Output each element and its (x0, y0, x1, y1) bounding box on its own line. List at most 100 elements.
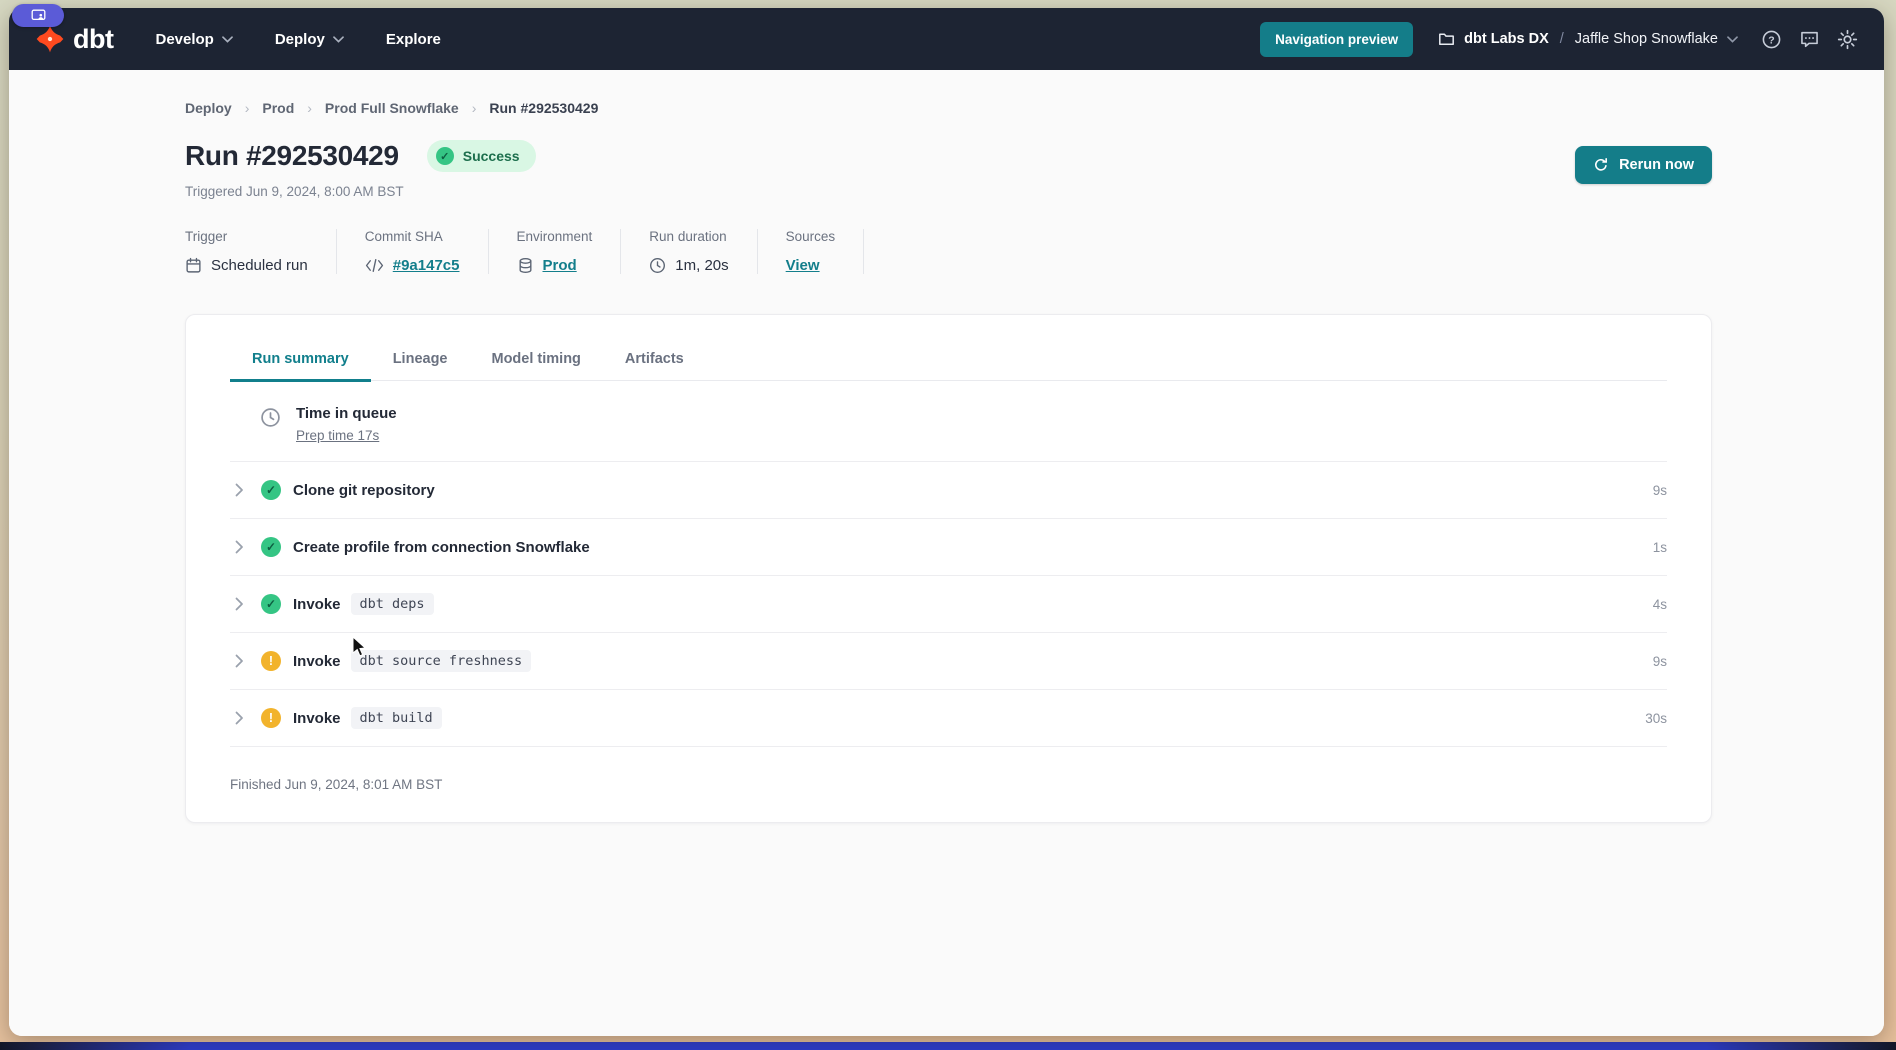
step-label: Invoke (293, 653, 341, 670)
tab-3[interactable]: Artifacts (603, 341, 706, 382)
step-command: dbt source freshness (351, 650, 532, 672)
breadcrumb: Deploy › Prod › Prod Full Snowflake › (185, 100, 1712, 116)
step-label: Invoke (293, 596, 341, 613)
step-duration: 9s (1653, 483, 1667, 498)
frame-bottom-bar (0, 1042, 1896, 1050)
prep-time-link[interactable]: Prep time 17s (296, 428, 379, 443)
meta-value[interactable]: Prod (543, 257, 577, 274)
nav-menu-1[interactable]: Deploy (275, 31, 344, 48)
queue-title: Time in queue (296, 405, 397, 422)
screen-share-icon (31, 9, 46, 22)
tab-2[interactable]: Model timing (470, 341, 603, 382)
meta-column-2: Environment Prod (489, 229, 622, 274)
code-icon (365, 258, 384, 273)
app-window: dbt Develop Deploy Explore (9, 8, 1884, 1036)
meta-value[interactable]: #9a147c5 (393, 257, 460, 274)
breadcrumb-item-2[interactable]: Prod Full Snowflake › (325, 100, 489, 116)
database-icon (517, 257, 534, 274)
help-icon[interactable]: ? (1761, 29, 1782, 50)
step-status-icon: ✓ (261, 480, 281, 500)
dbt-logo[interactable]: dbt (35, 24, 113, 55)
step-duration: 4s (1653, 597, 1667, 612)
status-badge-label: Success (463, 148, 520, 164)
tab-0[interactable]: Run summary (230, 341, 371, 382)
navigation-preview-button[interactable]: Navigation preview (1260, 22, 1413, 57)
meta-column-0: Trigger Scheduled run (185, 229, 337, 274)
step-command: dbt build (351, 707, 442, 729)
chevron-down-icon (333, 36, 344, 43)
tab-bar: Run summary Lineage Model timing Artifac… (230, 341, 1667, 381)
account-project-switcher[interactable]: dbt Labs DX / Jaffle Shop Snowflake (1438, 31, 1738, 47)
breadcrumb-item-0[interactable]: Deploy › (185, 100, 262, 116)
navbar-icon-group: ? (1761, 29, 1858, 50)
step-label: Invoke (293, 710, 341, 727)
meta-label: Run duration (649, 229, 728, 244)
step-command: dbt deps (351, 593, 434, 615)
run-metadata: Trigger Scheduled run Commit SHA #9a14 (185, 229, 1712, 274)
meta-label: Trigger (185, 229, 308, 244)
main-menu: Develop Deploy Explore (155, 31, 440, 48)
dbt-logo-icon (35, 24, 65, 54)
page-body: Deploy › Prod › Prod Full Snowflake › (9, 70, 1884, 1036)
step-list: ✓ Clone git repository 9s ✓ (230, 462, 1667, 747)
meta-column-1: Commit SHA #9a147c5 (337, 229, 489, 274)
run-step-row-2[interactable]: ✓ Invoke dbt deps 4s (230, 576, 1667, 633)
navbar-right: Navigation preview dbt Labs DX / Jaffle … (1260, 22, 1858, 57)
chevron-right-icon[interactable] (235, 711, 244, 725)
chevron-right-icon[interactable] (235, 597, 244, 611)
chevron-right-icon[interactable] (235, 654, 244, 668)
folder-icon (1438, 31, 1455, 47)
clock-icon (260, 407, 281, 428)
success-check-icon: ✓ (436, 147, 454, 165)
page-title: Run #292530429 (185, 140, 399, 172)
step-status-icon: ✓ (261, 594, 281, 614)
desktop-background: dbt Develop Deploy Explore (0, 0, 1896, 1050)
meta-value[interactable]: 1m, 20s (675, 257, 728, 274)
step-duration: 1s (1653, 540, 1667, 555)
breadcrumb-separator: › (294, 100, 325, 116)
account-name: dbt Labs DX (1464, 31, 1549, 47)
refresh-icon (1593, 157, 1609, 173)
step-status-icon: ✓ (261, 537, 281, 557)
meta-value[interactable]: View (786, 257, 820, 274)
screen-share-badge[interactable] (12, 4, 64, 27)
step-duration: 30s (1645, 711, 1667, 726)
meta-value[interactable]: Scheduled run (211, 257, 308, 274)
rerun-now-button[interactable]: Rerun now (1575, 146, 1712, 184)
run-header: Run #292530429 ✓ Success Triggered Jun 9… (185, 140, 1712, 199)
nav-menu-label: Deploy (275, 31, 325, 48)
tab-1[interactable]: Lineage (371, 341, 470, 382)
breadcrumb-separator: › (232, 100, 263, 116)
meta-label: Sources (786, 229, 836, 244)
run-step-row-1[interactable]: ✓ Create profile from connection Snowfla… (230, 519, 1667, 576)
triggered-timestamp: Triggered Jun 9, 2024, 8:00 AM BST (185, 184, 536, 199)
svg-text:?: ? (1768, 34, 1774, 46)
chevron-down-icon (222, 36, 233, 43)
meta-column-3: Run duration 1m, 20s (621, 229, 757, 274)
run-step-row-0[interactable]: ✓ Clone git repository 9s (230, 462, 1667, 519)
breadcrumb-separator: › (459, 100, 490, 116)
chevron-right-icon[interactable] (235, 540, 244, 554)
meta-label: Commit SHA (365, 229, 460, 244)
run-step-row-4[interactable]: ! Invoke dbt build 30s (230, 690, 1667, 747)
breadcrumb-item-3[interactable]: Run #292530429 › (489, 100, 598, 116)
chevron-down-icon (1727, 36, 1738, 43)
brand-name: dbt (73, 24, 113, 55)
meta-column-4: Sources View (758, 229, 865, 274)
breadcrumb-item-1[interactable]: Prod › (262, 100, 325, 116)
chevron-right-icon[interactable] (235, 483, 244, 497)
run-summary-card: Run summary Lineage Model timing Artifac… (185, 314, 1712, 823)
top-navbar: dbt Develop Deploy Explore (9, 8, 1884, 70)
time-in-queue-row: Time in queue Prep time 17s (230, 381, 1667, 462)
meta-label: Environment (517, 229, 593, 244)
feedback-icon[interactable] (1799, 29, 1820, 50)
project-name: Jaffle Shop Snowflake (1575, 31, 1718, 47)
path-separator: / (1558, 31, 1566, 47)
run-step-row-3[interactable]: ! Invoke dbt source freshness 9s (230, 633, 1667, 690)
nav-menu-label: Explore (386, 31, 441, 48)
nav-menu-0[interactable]: Develop (155, 31, 232, 48)
settings-gear-icon[interactable] (1837, 29, 1858, 50)
step-duration: 9s (1653, 654, 1667, 669)
nav-menu-2[interactable]: Explore (386, 31, 441, 48)
status-badge: ✓ Success (427, 140, 536, 172)
